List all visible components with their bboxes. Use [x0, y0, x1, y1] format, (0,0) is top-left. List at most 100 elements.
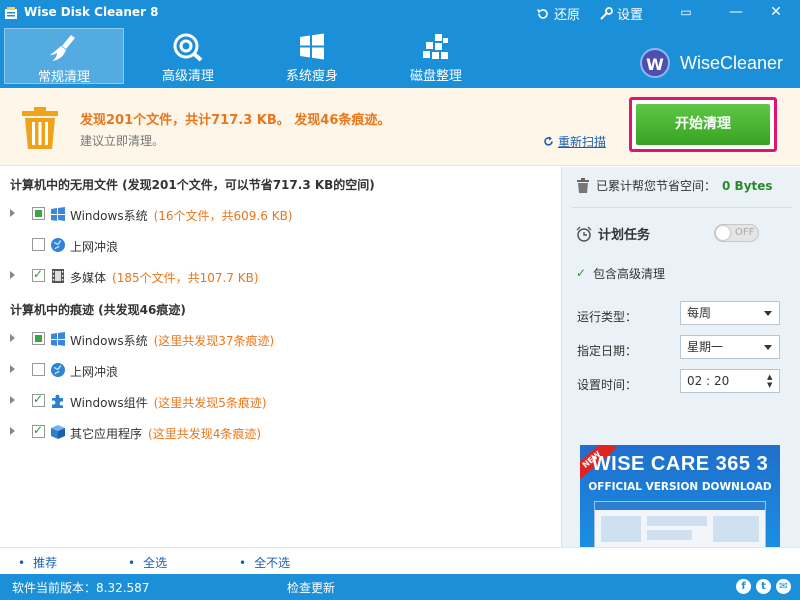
list-item-label: Windows组件 — [70, 396, 148, 410]
wrench-icon — [600, 6, 613, 20]
include-advanced-checkbox[interactable]: ✓ 包含高级清理 — [576, 265, 665, 282]
globe-icon — [51, 363, 65, 377]
checkbox[interactable] — [32, 238, 45, 251]
start-button-highlight: 开始清理 — [629, 97, 777, 152]
puzzle-icon — [52, 394, 63, 408]
date-select[interactable]: 星期一 — [680, 335, 780, 359]
space-saved-value: 0 Bytes — [722, 178, 773, 193]
run-type-select[interactable]: 每周 — [680, 301, 780, 325]
chevron-down-icon — [764, 345, 772, 350]
checkbox[interactable] — [32, 392, 45, 407]
time-spinner[interactable]: ▲ ▼ — [767, 373, 775, 389]
schedule-header: 计划任务 — [576, 224, 650, 243]
defrag-blocks-icon — [423, 34, 448, 59]
check-update-link[interactable]: 检查更新 — [287, 579, 335, 596]
twitter-icon[interactable]: t — [756, 579, 771, 594]
date-label: 指定日期： — [577, 344, 638, 358]
rescan-link[interactable]: 重新扫描 — [543, 133, 606, 150]
list-item-note: (185个文件，共107.7 KB) — [112, 271, 259, 285]
trash-icon — [22, 107, 58, 149]
list-item-label: 上网冲浪 — [70, 365, 119, 379]
expand-arrow-icon[interactable] — [10, 271, 15, 279]
checkbox[interactable] — [32, 267, 45, 282]
include-advanced-label: 包含高级清理 — [593, 267, 666, 281]
list-item[interactable]: 上网冲浪 — [0, 358, 560, 382]
tab-system-slim[interactable]: 系统瘦身 — [252, 28, 372, 84]
expand-arrow-icon[interactable] — [10, 396, 15, 404]
spin-down-icon[interactable]: ▼ — [767, 381, 775, 389]
title-bar: Wise Disk Cleaner 8 还原 设置 ▭ — ✕ — [0, 0, 800, 26]
list-item[interactable]: Windows系统 (16个文件，共609.6 KB) — [0, 202, 560, 226]
select-none-link[interactable]: 全不选 — [239, 554, 290, 571]
tab-disk-defrag[interactable]: 磁盘整理 — [376, 28, 496, 84]
side-panel: 已累计帮您节省空间： 0 Bytes 计划任务 OFF ✓ 包含高级清理 运行类型… — [561, 167, 800, 547]
toggle-text: OFF — [735, 227, 755, 238]
list-item-note: (16个文件，共609.6 KB) — [153, 209, 293, 223]
refresh-icon — [544, 136, 553, 146]
settings-label: 设置 — [617, 8, 644, 23]
divider — [572, 207, 792, 208]
alarm-clock-icon — [576, 226, 592, 242]
list-item[interactable]: Windows系统 (这里共发现37条痕迹) — [0, 327, 560, 351]
space-saved: 已累计帮您节省空间： 0 Bytes — [576, 177, 773, 194]
app-window: Wise Disk Cleaner 8 还原 设置 ▭ — ✕ 常规清理 高级清… — [0, 0, 800, 600]
tab-advanced-clean[interactable]: 高级清理 — [128, 28, 248, 84]
time-input[interactable]: 02 : 20 ▲ ▼ — [680, 369, 780, 393]
space-saved-label: 已累计帮您节省空间： — [596, 179, 717, 193]
expand-arrow-icon[interactable] — [10, 334, 15, 342]
list-item-label: 上网冲浪 — [70, 240, 119, 254]
wise-care-ad-banner[interactable]: NEW WISE CARE 365 3 OFFICIAL VERSION DOW… — [580, 445, 780, 547]
run-type-value: 每周 — [687, 306, 712, 320]
start-clean-button[interactable]: 开始清理 — [636, 104, 770, 145]
rescan-label: 重新扫描 — [558, 135, 607, 149]
ad-subtitle: OFFICIAL VERSION DOWNLOAD — [588, 481, 772, 493]
box-icon — [51, 425, 65, 439]
list-item-label: 其它应用程序 — [70, 427, 143, 441]
minimize-button[interactable]: ▭ — [677, 4, 695, 20]
list-item[interactable]: 多媒体 (185个文件，共107.7 KB) — [0, 264, 560, 288]
settings-button[interactable]: 设置 — [599, 4, 643, 23]
close-button[interactable]: ✕ — [767, 4, 785, 20]
spin-up-icon[interactable]: ▲ — [767, 373, 775, 381]
list-item[interactable]: 上网冲浪 — [0, 233, 560, 257]
trace-section-title: 计算机中的痕迹 (共发现46痕迹) — [10, 303, 186, 317]
list-item[interactable]: 其它应用程序 (这里共发现4条痕迹) — [0, 420, 560, 444]
expand-arrow-icon[interactable] — [10, 209, 15, 217]
brand-name: WiseCleaner — [680, 52, 784, 73]
list-item-note: (这里共发现5条痕迹) — [153, 396, 267, 410]
ad-screenshot — [594, 501, 766, 547]
tab-disk-defrag-label: 磁盘整理 — [409, 69, 462, 84]
disk-scan-icon — [173, 33, 203, 62]
schedule-toggle[interactable]: OFF — [714, 224, 759, 242]
ad-title: WISE CARE 365 3 — [591, 453, 769, 475]
window-title: Wise Disk Cleaner 8 — [24, 5, 159, 19]
version-text: 软件当前版本：8.32.587 — [12, 581, 150, 595]
tab-standard-clean[interactable]: 常规清理 — [4, 28, 124, 85]
expand-arrow-icon[interactable] — [10, 427, 15, 435]
windows-flag-icon — [51, 207, 65, 221]
expand-arrow-icon[interactable] — [10, 365, 15, 373]
facebook-icon[interactable]: f — [736, 579, 751, 594]
tab-advanced-clean-label: 高级清理 — [161, 69, 214, 84]
email-icon[interactable]: ✉ — [776, 579, 791, 594]
list-item-note: (这里共发现37条痕迹) — [153, 334, 275, 348]
restore-icon — [537, 8, 548, 19]
item-list-panel: 计算机中的无用文件 (发现201个文件，可以节省717.3 KB的空间) Win… — [0, 167, 560, 547]
checkbox[interactable] — [32, 423, 45, 438]
scan-summary: 发现201个文件，共计717.3 KB。 发现46条痕迹。 — [80, 113, 391, 128]
main-nav: 常规清理 高级清理 系统瘦身 磁盘整理 — [0, 26, 620, 88]
restore-button[interactable]: 还原 — [536, 4, 580, 23]
checkbox[interactable] — [32, 207, 45, 220]
maximize-button[interactable]: — — [727, 4, 745, 20]
status-bar: 软件当前版本：8.32.587 检查更新 f t ✉ — [0, 574, 800, 600]
checkbox[interactable] — [32, 332, 45, 345]
select-all-link[interactable]: 全选 — [128, 554, 167, 571]
recommend-link[interactable]: 推荐 — [18, 554, 57, 571]
schedule-label: 计划任务 — [598, 228, 651, 243]
app-icon — [5, 7, 17, 19]
run-type-label: 运行类型： — [577, 310, 638, 324]
small-trash-icon — [577, 178, 589, 193]
list-item-label: Windows系统 — [70, 209, 148, 223]
checkbox[interactable] — [32, 363, 45, 376]
list-item[interactable]: Windows组件 (这里共发现5条痕迹) — [0, 389, 560, 413]
